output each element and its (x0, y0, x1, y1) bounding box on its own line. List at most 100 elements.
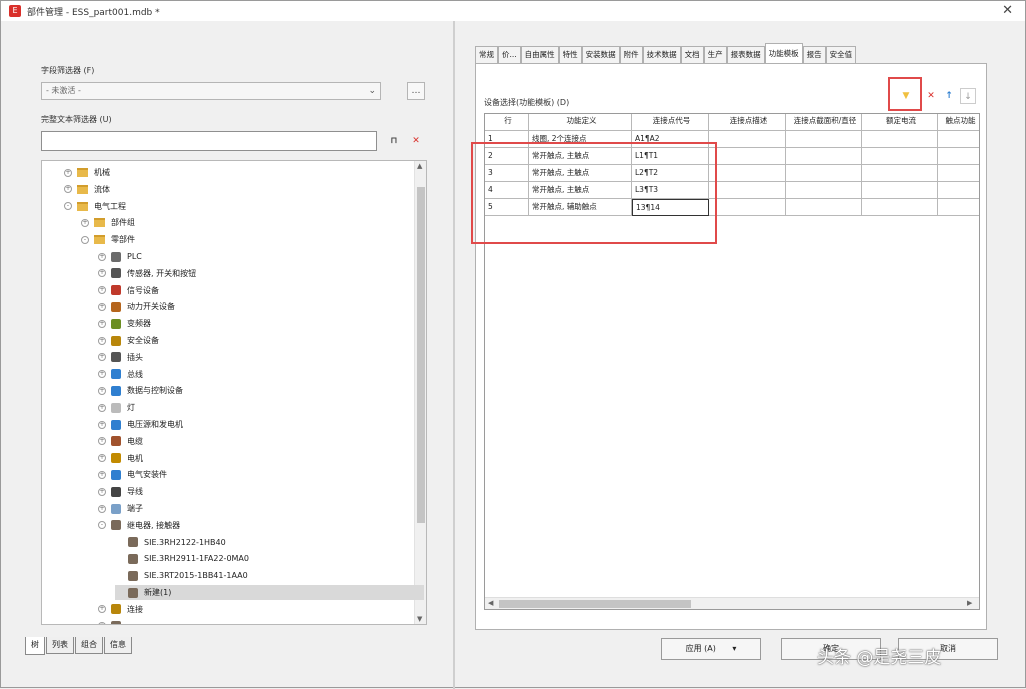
tree-item[interactable]: + 机械 (64, 165, 110, 180)
expand-icon[interactable]: + (98, 336, 106, 345)
tree-item[interactable]: +... (98, 619, 135, 624)
expand-icon[interactable]: + (98, 269, 106, 278)
move-up-icon[interactable]: ↑ (941, 88, 957, 104)
tab-1[interactable]: 价... (498, 46, 521, 63)
tab-5[interactable]: 附件 (619, 46, 643, 63)
tree-item[interactable]: + PLC (98, 249, 142, 264)
expand-icon[interactable]: + (98, 353, 106, 362)
tree-item[interactable]: + 电气安装件 (98, 467, 167, 482)
search-filter-icon[interactable]: ⊓ (385, 133, 403, 151)
tab-list[interactable]: 列表 (46, 637, 74, 654)
tab-12[interactable]: 安全值 (825, 46, 857, 63)
tree-item[interactable]: + 电压源和发电机 (98, 417, 183, 432)
grid-cell[interactable] (862, 165, 938, 182)
tab-6[interactable]: 技术数据 (642, 46, 681, 63)
expand-icon[interactable]: + (98, 302, 106, 311)
tree-item[interactable]: + 插头 (98, 350, 143, 365)
grid-cell[interactable] (709, 182, 786, 199)
tab-4[interactable]: 安装数据 (581, 46, 620, 63)
tab-combine[interactable]: 组合 (75, 637, 103, 654)
clear-filter-icon[interactable]: ✕ (407, 133, 425, 151)
expand-icon[interactable]: + (98, 420, 106, 429)
scroll-left-icon[interactable]: ◀ (488, 599, 493, 607)
expand-icon[interactable]: + (98, 370, 106, 379)
column-header[interactable]: 连接点代号 (632, 114, 709, 131)
tree-item[interactable]: 新建(1) (115, 585, 424, 600)
column-header[interactable]: 连接点描述 (709, 114, 786, 131)
expand-icon[interactable]: + (98, 319, 106, 328)
tree-item[interactable]: + 动力开关设备 (98, 299, 175, 314)
tab-7[interactable]: 文档 (680, 46, 704, 63)
expand-icon[interactable]: + (98, 622, 106, 624)
grid-cell[interactable] (938, 148, 979, 165)
close-icon[interactable]: ✕ (1002, 4, 1013, 17)
grid-cell[interactable] (786, 182, 862, 199)
expand-icon[interactable]: + (98, 504, 106, 513)
expand-icon[interactable]: + (98, 437, 106, 446)
grid-cell[interactable] (938, 131, 979, 148)
expand-icon[interactable]: + (98, 605, 106, 614)
grid-cell[interactable] (938, 165, 979, 182)
tree-item[interactable]: + 灯 (98, 400, 135, 415)
tree-item[interactable]: + 电机 (98, 451, 143, 466)
expand-icon[interactable]: + (98, 470, 106, 479)
collapse-icon[interactable]: - (98, 521, 106, 530)
grid-cell[interactable] (786, 131, 862, 148)
tree-item[interactable]: + 流体 (64, 182, 110, 197)
delete-row-icon[interactable]: ✕ (923, 88, 939, 104)
grid-hscroll-thumb[interactable] (499, 600, 691, 608)
tree-item[interactable]: SIE.3RH2122-1HB40 (115, 535, 226, 550)
expand-icon[interactable]: + (64, 185, 72, 194)
expand-icon[interactable]: + (98, 454, 106, 463)
tree-item[interactable]: SIE.3RH2911-1FA22-0MA0 (115, 551, 249, 566)
scroll-right-icon[interactable]: ▶ (967, 599, 972, 607)
grid-cell[interactable] (862, 182, 938, 199)
expand-icon[interactable]: + (98, 487, 106, 496)
tree-item[interactable]: + 部件组 (81, 215, 135, 230)
column-header[interactable]: 触点功能 (938, 114, 979, 131)
tree-item[interactable]: + 导线 (98, 484, 143, 499)
tab-11[interactable]: 报告 (802, 46, 826, 63)
grid-cell[interactable] (938, 199, 979, 216)
tree-item[interactable]: SIE.3RT2015-1BB41-1AA0 (115, 568, 248, 583)
tab-tree[interactable]: 树 (25, 637, 45, 655)
column-header[interactable]: 功能定义 (529, 114, 632, 131)
tree-item[interactable]: - 零部件 (81, 232, 135, 247)
tree-scroll-thumb[interactable] (417, 187, 425, 523)
column-header[interactable]: 连接点截面积/直径 (786, 114, 862, 131)
grid-hscroll[interactable]: ◀ ▶ (485, 597, 979, 609)
tree-item[interactable]: + 电缆 (98, 434, 143, 449)
apply-button[interactable]: 应用 (A) ▾ (661, 638, 761, 660)
grid-cell[interactable] (786, 199, 862, 216)
tab-8[interactable]: 生产 (703, 46, 727, 63)
text-filter-input[interactable] (41, 131, 377, 151)
tree-item[interactable]: + 数据与控制设备 (98, 383, 183, 398)
tab-2[interactable]: 自由属性 (520, 46, 559, 63)
more-button[interactable]: … (407, 82, 425, 100)
field-filter-combo[interactable]: - 未激活 - ⌄ (41, 82, 381, 100)
scroll-down-icon[interactable]: ▼ (417, 615, 422, 623)
grid-cell[interactable] (709, 165, 786, 182)
expand-icon[interactable]: + (98, 286, 106, 295)
collapse-icon[interactable]: - (81, 235, 89, 244)
pane-divider[interactable] (453, 21, 455, 689)
tree-item[interactable]: + 信号设备 (98, 283, 159, 298)
scroll-up-icon[interactable]: ▲ (417, 162, 422, 170)
tree-item[interactable]: + 安全设备 (98, 333, 159, 348)
expand-icon[interactable]: + (81, 218, 89, 227)
tree-item[interactable]: + 变频器 (98, 316, 151, 331)
tree-item[interactable]: - 继电器, 接触器 (98, 518, 180, 533)
grid-cell[interactable] (709, 131, 786, 148)
expand-icon[interactable]: + (98, 252, 106, 261)
grid-cell[interactable] (862, 131, 938, 148)
grid-cell[interactable] (786, 165, 862, 182)
tab-0[interactable]: 常规 (475, 46, 498, 63)
tree-item[interactable]: + 端子 (98, 501, 143, 516)
tab-3[interactable]: 特性 (558, 46, 582, 63)
tab-info[interactable]: 信息 (104, 637, 132, 654)
tree-item[interactable]: + 总线 (98, 367, 143, 382)
move-down-icon[interactable]: ↓ (960, 88, 976, 104)
tab-9[interactable]: 报表数据 (726, 46, 765, 63)
tab-10[interactable]: 功能模板 (764, 43, 803, 63)
grid-cell[interactable] (862, 199, 938, 216)
